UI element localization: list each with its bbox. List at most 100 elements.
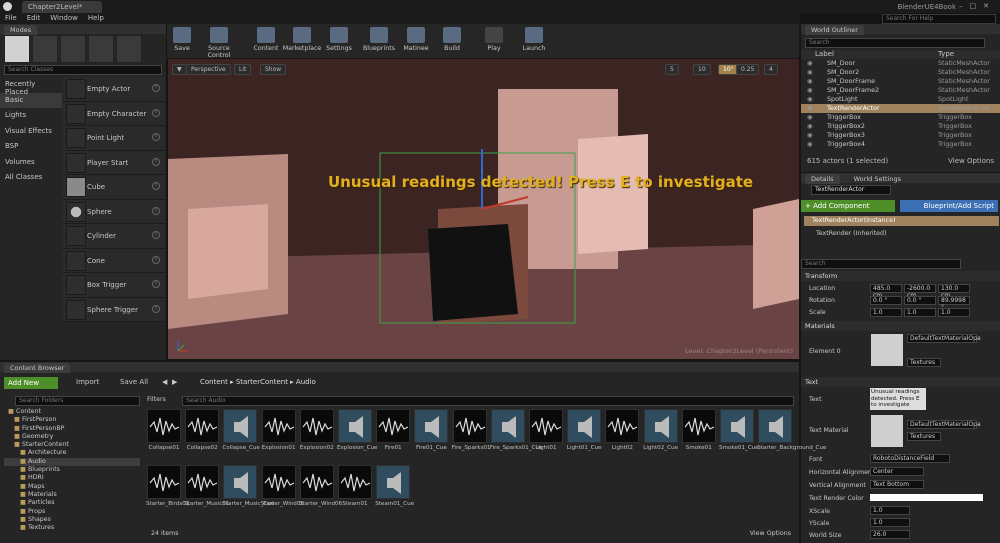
location-y-field[interactable]: -2600.0 cm: [904, 284, 936, 299]
placeable-item[interactable]: Cube?: [62, 175, 165, 200]
history-back-icon[interactable]: ◀: [162, 378, 167, 386]
visibility-eye-icon[interactable]: ◉: [807, 131, 813, 139]
scale-snap-button[interactable]: 0.25: [736, 64, 760, 75]
folder-item[interactable]: ■ Blueprints: [4, 466, 140, 474]
folder-item[interactable]: ■ Audio: [4, 457, 140, 467]
asset-tile[interactable]: Explosion_Cue: [337, 409, 378, 451]
asset-tile[interactable]: Collapse01: [146, 409, 182, 451]
outliner-search-input[interactable]: Search: [805, 38, 985, 48]
help-icon[interactable]: ?: [152, 231, 160, 239]
help-icon[interactable]: ?: [152, 182, 160, 190]
lit-button[interactable]: Lit: [234, 64, 252, 75]
visibility-eye-icon[interactable]: ◉: [807, 77, 813, 85]
foliage-mode-icon[interactable]: [88, 35, 114, 63]
placeable-item[interactable]: Sphere Trigger?: [62, 298, 165, 322]
import-button[interactable]: Import: [76, 378, 99, 386]
settings-button[interactable]: Settings: [324, 27, 354, 52]
category-lights[interactable]: Lights: [0, 108, 62, 124]
folder-item[interactable]: ■ FirstPerson: [4, 416, 140, 424]
help-icon[interactable]: ?: [152, 108, 160, 117]
blueprint-add-script-button[interactable]: Blueprint/Add Script: [900, 200, 998, 212]
textures-dropdown[interactable]: Textures: [907, 358, 941, 367]
scale-x-field[interactable]: 1.0: [870, 308, 902, 317]
text-material-textures-dropdown[interactable]: Textures: [907, 432, 941, 441]
h-align-dropdown[interactable]: Center: [870, 467, 924, 476]
world-size-field[interactable]: 26.0: [870, 530, 910, 539]
scale-z-field[interactable]: 1.0: [938, 308, 970, 317]
history-forward-icon[interactable]: ▶: [172, 378, 177, 386]
menu-edit[interactable]: Edit: [22, 13, 46, 23]
outliner-row[interactable]: ◉ SM_DoorFrame StaticMeshActor: [801, 77, 1000, 86]
materials-section[interactable]: Materials: [801, 321, 1000, 331]
outliner-tab[interactable]: World Outliner: [805, 25, 864, 35]
filters-button[interactable]: Filters: [147, 396, 166, 403]
asset-tile[interactable]: Smoke01: [681, 409, 717, 451]
matinee-button[interactable]: Matinee: [401, 27, 431, 52]
search-help-input[interactable]: Search For Help: [882, 14, 996, 24]
visibility-eye-icon[interactable]: ◉: [807, 86, 813, 94]
show-button[interactable]: Show: [260, 64, 287, 75]
location-z-field[interactable]: 130.0 cm: [938, 284, 970, 299]
modes-tab[interactable]: Modes: [4, 25, 38, 35]
placeable-item[interactable]: Cylinder?: [62, 224, 165, 249]
add-component-button[interactable]: + Add Component: [801, 200, 895, 212]
asset-tile[interactable]: Fire_Sparks01_Cue: [490, 409, 542, 451]
placeable-item[interactable]: Player Start?: [62, 151, 165, 175]
folder-item[interactable]: ■ Particles: [4, 499, 140, 507]
outliner-row[interactable]: ◉ SM_Door2 StaticMeshActor: [801, 68, 1000, 77]
search-audio-input[interactable]: Search Audio: [182, 396, 794, 406]
v-align-dropdown[interactable]: Text Bottom: [870, 480, 924, 489]
rotation-label[interactable]: Rotation: [809, 297, 835, 304]
outliner-row[interactable]: ◉ TriggerBox3 TriggerBox: [801, 131, 1000, 140]
landscape-mode-icon[interactable]: [60, 35, 86, 63]
outliner-view-options[interactable]: View Options: [948, 157, 994, 165]
help-icon[interactable]: ?: [152, 280, 160, 288]
asset-tile[interactable]: Starter_Music_Cue: [222, 465, 274, 507]
category-all-classes[interactable]: All Classes: [0, 170, 62, 186]
column-type[interactable]: Type: [938, 50, 954, 58]
outliner-row[interactable]: ◉ TextRenderActor TextRenderActor: [801, 104, 1000, 113]
outliner-row[interactable]: ◉ SM_DoorFrame2 StaticMeshActor: [801, 86, 1000, 95]
placeable-item[interactable]: Point Light?: [62, 126, 165, 151]
help-icon[interactable]: ?: [152, 304, 160, 313]
asset-tile[interactable]: Starter_Music01: [184, 465, 229, 507]
actor-name-field[interactable]: TextRenderActor: [811, 185, 891, 195]
paint-mode-icon[interactable]: [32, 35, 58, 63]
component-inherited[interactable]: TextRender (Inherited): [804, 229, 898, 238]
launch-button[interactable]: Launch: [519, 27, 549, 52]
level-viewport[interactable]: ▼ Perspective Lit Show 5 10 10° 0.25 4 U…: [168, 59, 799, 359]
outliner-row[interactable]: ◉ TriggerBox4 TriggerBox: [801, 140, 1000, 149]
column-label[interactable]: Label: [815, 50, 834, 58]
details-search-input[interactable]: Search: [801, 259, 961, 269]
outliner-row[interactable]: ◉ SM_Door StaticMeshActor: [801, 59, 1000, 68]
outliner-row[interactable]: ◉ TriggerBox2 TriggerBox: [801, 122, 1000, 131]
add-new-button[interactable]: Add New: [4, 377, 58, 389]
visibility-eye-icon[interactable]: ◉: [807, 122, 813, 130]
asset-tile[interactable]: Steam01: [337, 465, 373, 507]
placeable-item[interactable]: Empty Character?: [62, 102, 165, 126]
blueprints-button[interactable]: Blueprints: [362, 27, 396, 52]
text-material-thumbnail[interactable]: [871, 415, 903, 447]
folder-item[interactable]: ■ Textures: [4, 524, 140, 532]
level-tab[interactable]: Chapter2Level*: [22, 1, 102, 13]
perspective-button[interactable]: Perspective: [186, 64, 231, 75]
num-field[interactable]: 5: [665, 64, 679, 75]
category-visual-effects[interactable]: Visual Effects: [0, 124, 62, 140]
material-dropdown[interactable]: DefaultTextMaterialOpa: [907, 334, 981, 343]
asset-tile[interactable]: Starter_Wind05: [261, 465, 304, 507]
font-dropdown[interactable]: RobotoDistanceField: [870, 454, 950, 463]
folder-item[interactable]: ■ Materials: [4, 491, 140, 499]
help-icon[interactable]: ?: [152, 206, 160, 215]
viewport-menu-button[interactable]: ▼: [172, 64, 187, 75]
folder-item[interactable]: ■ Maps: [4, 483, 140, 491]
save-all-button[interactable]: Save All: [120, 378, 148, 386]
folder-item[interactable]: ■ Content: [4, 408, 140, 416]
visibility-eye-icon[interactable]: ◉: [807, 104, 813, 112]
visibility-eye-icon[interactable]: ◉: [807, 68, 813, 76]
grid-snap-button[interactable]: 10: [693, 64, 711, 75]
folder-item[interactable]: ■ FirstPersonBP: [4, 425, 140, 433]
outliner-row[interactable]: ◉ SpotLight SpotLight: [801, 95, 1000, 104]
play-button[interactable]: Play: [479, 27, 509, 52]
geometry-mode-icon[interactable]: [116, 35, 142, 63]
help-icon[interactable]: ?: [152, 255, 160, 264]
